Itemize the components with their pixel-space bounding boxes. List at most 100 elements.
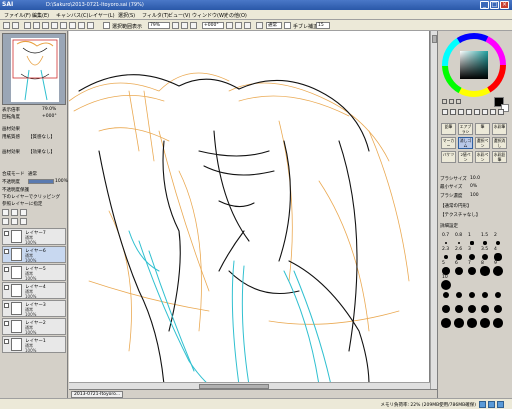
tool-button[interactable]: 水彩鉛筆 [492, 151, 507, 163]
tool-button[interactable]: エアブラシ [458, 123, 473, 135]
tool-button[interactable]: マーカー [441, 137, 456, 149]
density-value[interactable]: 100 [470, 193, 479, 198]
size-preset-label[interactable]: 8 [481, 261, 484, 266]
new-layer-icon[interactable] [2, 209, 9, 216]
size-preset-dot[interactable] [493, 318, 503, 328]
size-preset-dot[interactable] [483, 241, 487, 245]
color-mode-icon-3[interactable] [456, 99, 461, 104]
check-protect-opacity[interactable]: 不透明度保護 [2, 187, 29, 193]
copy-layer-icon[interactable] [11, 218, 18, 225]
eye-icon[interactable] [4, 303, 9, 308]
brush-shape-select[interactable]: 【通常の円形】 [440, 203, 472, 209]
size-preset-label[interactable]: 7 [468, 261, 471, 266]
lasso-tool-icon[interactable] [450, 109, 456, 115]
menu-select[interactable]: 選択(S) [118, 12, 135, 19]
document-tab[interactable]: 2013-0721-Itoyoro... [71, 391, 124, 398]
size-preset-dot[interactable] [442, 305, 450, 313]
layer-item[interactable]: レイヤー2 通常 100% [2, 318, 66, 335]
tool-button[interactable]: バケツ [441, 151, 456, 163]
color-mode-icon-1[interactable] [442, 99, 447, 104]
eye-icon[interactable] [4, 321, 9, 326]
size-preset-dot[interactable] [481, 291, 489, 299]
canvas[interactable] [69, 31, 429, 386]
size-preset-dot[interactable] [470, 241, 474, 245]
color-wheel[interactable] [442, 33, 506, 97]
hand-icon[interactable] [78, 22, 85, 29]
invert-selection-icon[interactable] [33, 22, 40, 29]
size-preset-dot[interactable] [440, 279, 452, 291]
eye-icon[interactable] [4, 249, 9, 254]
tool-button[interactable]: 水彩筆 [492, 123, 507, 135]
menu-canvas[interactable]: キャンバス(C) [56, 12, 88, 19]
brush-texture-select[interactable]: 【テクスチャなし】 [440, 212, 480, 218]
size-preset-dot[interactable] [495, 240, 501, 246]
layer-item[interactable]: レイヤー5 通常 100% [2, 264, 66, 281]
size-preset-label[interactable]: 1.5 [481, 233, 488, 238]
eye-icon[interactable] [4, 231, 9, 236]
tool-button[interactable]: 筆 [475, 123, 490, 135]
size-preset-dot[interactable] [455, 305, 463, 313]
magic-wand-icon[interactable] [458, 109, 464, 115]
rotation-field[interactable]: +000° [202, 22, 224, 29]
tool-button[interactable]: 選択ペン [475, 137, 490, 149]
paper-select[interactable]: 【質感なし】 [28, 134, 55, 140]
menu-filter[interactable]: フィルタ(T) [142, 12, 169, 19]
size-preset-dot[interactable] [480, 318, 490, 328]
stabilizer-select[interactable]: 15 [316, 22, 330, 29]
select-all-icon[interactable] [42, 22, 49, 29]
size-preset-label[interactable]: 6 [455, 261, 458, 266]
merge-down-icon[interactable] [2, 218, 9, 225]
brush-size-value[interactable]: 10.0 [470, 176, 480, 181]
size-preset-label[interactable]: 2.6 [455, 247, 462, 252]
zoom-icon[interactable] [87, 22, 94, 29]
size-preset-dot[interactable] [467, 318, 477, 328]
size-preset-dot[interactable] [442, 291, 450, 299]
hand-tool-icon[interactable] [490, 109, 496, 115]
zoom-tool-icon[interactable] [474, 109, 480, 115]
size-preset-dot[interactable] [455, 291, 463, 299]
menu-other[interactable]: その他(O) [224, 12, 247, 19]
redo-icon[interactable] [12, 22, 19, 29]
stabilizer-checkbox[interactable] [284, 22, 291, 29]
size-preset-label[interactable]: 2 [494, 233, 497, 238]
size-preset-label[interactable]: 5 [442, 261, 445, 266]
eyedropper-tool-icon[interactable] [498, 109, 504, 115]
angle-value[interactable]: +000° [42, 114, 57, 119]
layer-item[interactable]: レイヤー6 通常 100% [2, 246, 66, 263]
size-preset-label[interactable]: 2.3 [442, 247, 449, 252]
layer-item[interactable]: レイヤー4 通常 100% [2, 282, 66, 299]
zoom-field[interactable]: 79% [148, 22, 170, 29]
size-preset-dot[interactable] [457, 241, 461, 245]
size-preset-dot[interactable] [494, 253, 502, 261]
selection-display-checkbox[interactable] [103, 22, 110, 29]
color-mode-icon-2[interactable] [449, 99, 454, 104]
menu-window[interactable]: ウィンドウ(W) [192, 12, 226, 19]
layer-item[interactable]: レイヤー1 通常 100% [2, 336, 66, 353]
size-preset-dot[interactable] [445, 242, 447, 244]
size-preset-dot[interactable] [454, 318, 464, 328]
blend-mode-select[interactable]: 通常 [266, 22, 282, 29]
size-preset-label[interactable]: 0.8 [455, 233, 462, 238]
size-preset-dot[interactable] [493, 266, 503, 276]
eye-icon[interactable] [4, 267, 9, 272]
tool-button[interactable]: 鉛筆 [441, 123, 456, 135]
size-preset-dot[interactable] [494, 305, 502, 313]
new-linework-icon[interactable] [11, 209, 18, 216]
min-size-value[interactable]: 0% [470, 184, 477, 189]
layer-item[interactable]: レイヤー7 通常 100% [2, 228, 66, 245]
size-preset-label[interactable]: 1 [468, 233, 471, 238]
canvas-area[interactable] [69, 31, 437, 389]
size-preset-dot[interactable] [481, 253, 489, 261]
transform-icon[interactable] [51, 22, 58, 29]
size-preset-dot[interactable] [467, 266, 477, 276]
menu-file[interactable]: ファイル(F) [4, 12, 31, 19]
maximize-button[interactable]: □ [490, 1, 499, 9]
check-reference[interactable]: 参照レイヤーに指定 [2, 201, 42, 207]
zoom-in-icon[interactable] [181, 22, 188, 29]
size-preset-dot[interactable] [494, 291, 502, 299]
zoom-value[interactable]: 79.0% [42, 107, 56, 112]
rotate-reset-icon[interactable] [244, 22, 251, 29]
rotate-tool-icon[interactable] [482, 109, 488, 115]
size-preset-label[interactable]: 0.7 [442, 233, 449, 238]
tool-button[interactable]: 水彩ペン [475, 151, 490, 163]
